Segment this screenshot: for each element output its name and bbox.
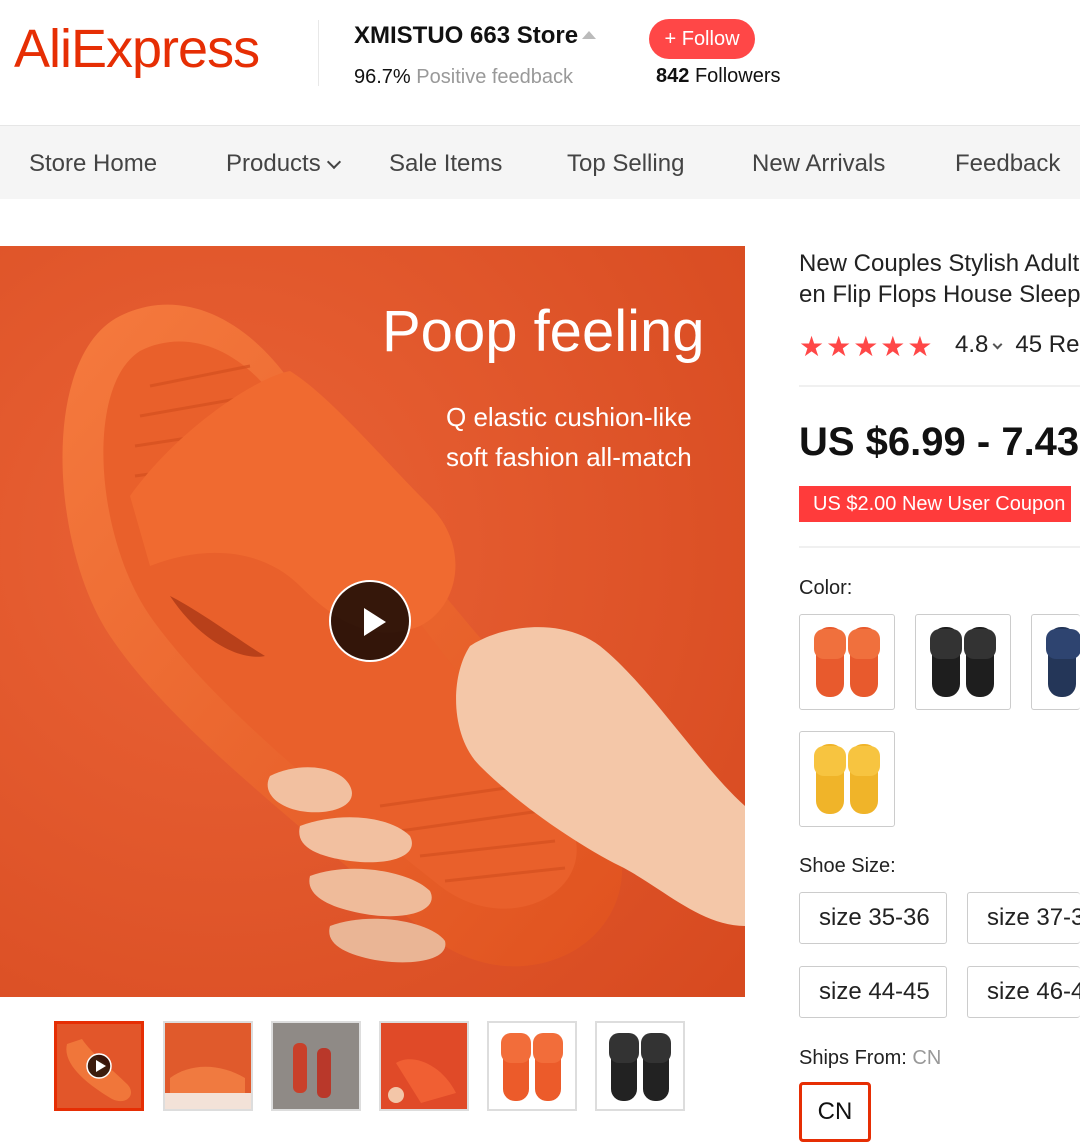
play-video-button[interactable]	[329, 580, 411, 662]
thumbnail-4[interactable]	[379, 1021, 469, 1111]
rating-value: 4.8	[955, 331, 989, 358]
nav-new-arrivals[interactable]: New Arrivals	[752, 150, 885, 178]
header-divider	[318, 20, 319, 86]
thumbnail-6[interactable]	[595, 1021, 685, 1111]
store-name[interactable]: XMISTUO 663 Store	[354, 22, 578, 50]
nav-top-selling[interactable]: Top Selling	[567, 150, 684, 178]
color-swatch-black[interactable]	[915, 614, 1011, 710]
nav-feedback[interactable]: Feedback	[955, 150, 1060, 178]
positive-percentage: 96.7%	[354, 66, 411, 88]
product-price: US $6.99 - 7.43	[799, 420, 1080, 464]
image-headline: Poop feeling	[382, 299, 705, 364]
thumbnail-image	[57, 1024, 141, 1108]
size-option-46-47[interactable]: size 46-4	[967, 966, 1080, 1018]
ships-from-value: CN	[912, 1047, 942, 1069]
caret-up-icon[interactable]	[582, 31, 596, 39]
chevron-down-icon	[326, 154, 341, 170]
image-subline-2: soft fashion all-match	[446, 442, 692, 472]
image-subline-1: Q elastic cushion-like	[446, 402, 692, 432]
positive-feedback-label: Positive feedback	[416, 66, 574, 88]
thumbnail-3[interactable]	[271, 1021, 361, 1111]
chevron-down-icon	[992, 339, 1003, 350]
aliexpress-logo[interactable]: AliExpress	[14, 18, 260, 80]
color-swatch-image	[1046, 627, 1080, 697]
thumbnail-image	[381, 1023, 467, 1109]
store-feedback: 96.7% Positive feedback	[354, 66, 573, 89]
main-product-image[interactable]: Poop feeling Q elastic cushion-like soft…	[0, 246, 745, 997]
size-option-35-36[interactable]: size 35-36	[799, 892, 947, 944]
color-label: Color:	[799, 577, 853, 599]
nav-products[interactable]: Products	[226, 150, 341, 178]
ships-from-label: Ships From:	[799, 1047, 907, 1069]
product-title-line-1: New Couples Stylish Adult	[799, 250, 1080, 277]
nav-sale-items[interactable]: Sale Items	[389, 150, 502, 178]
divider	[799, 385, 1080, 387]
shoe-size-label: Shoe Size:	[799, 855, 896, 877]
followers-label: Followers	[694, 65, 781, 87]
follow-button[interactable]: + Follow	[649, 19, 755, 59]
size-option-44-45[interactable]: size 44-45	[799, 966, 947, 1018]
thumbnail-2[interactable]	[163, 1021, 253, 1111]
review-count[interactable]: 45 Re	[1015, 331, 1079, 358]
thumbnail-image	[273, 1023, 359, 1109]
rating-info[interactable]: 4.8 45 Re	[955, 331, 1079, 359]
nav-store-home[interactable]: Store Home	[29, 150, 157, 178]
color-swatch-orange[interactable]	[799, 614, 895, 710]
store-nav: Store Home Products Sale Items Top Selli…	[0, 125, 1080, 199]
store-header: AliExpress XMISTUO 663 Store 96.7% Posit…	[0, 0, 1080, 125]
ships-from-option-cn[interactable]: CN	[799, 1082, 871, 1142]
followers-info: 842 Followers	[656, 65, 781, 88]
nav-products-label: Products	[226, 150, 321, 177]
size-option-37-38[interactable]: size 37-3	[967, 892, 1080, 944]
thumbnail-image	[597, 1023, 683, 1109]
followers-count: 842	[656, 65, 690, 87]
color-swatch-image	[814, 627, 880, 697]
thumbnail-image	[489, 1023, 575, 1109]
color-swatch-image	[930, 627, 996, 697]
thumbnail-5[interactable]	[487, 1021, 577, 1111]
thumbnail-1[interactable]	[54, 1021, 144, 1111]
color-swatch-yellow[interactable]	[799, 731, 895, 827]
product-title-line-2: en Flip Flops House Sleepe	[799, 281, 1080, 308]
rating-stars: ★★★★★	[799, 331, 935, 362]
color-swatch-navy[interactable]	[1031, 614, 1080, 710]
color-swatch-image	[814, 744, 880, 814]
divider	[799, 546, 1080, 548]
ships-from: Ships From: CN	[799, 1047, 941, 1070]
thumbnail-image	[165, 1023, 251, 1109]
new-user-coupon[interactable]: US $2.00 New User Coupon	[799, 486, 1071, 522]
